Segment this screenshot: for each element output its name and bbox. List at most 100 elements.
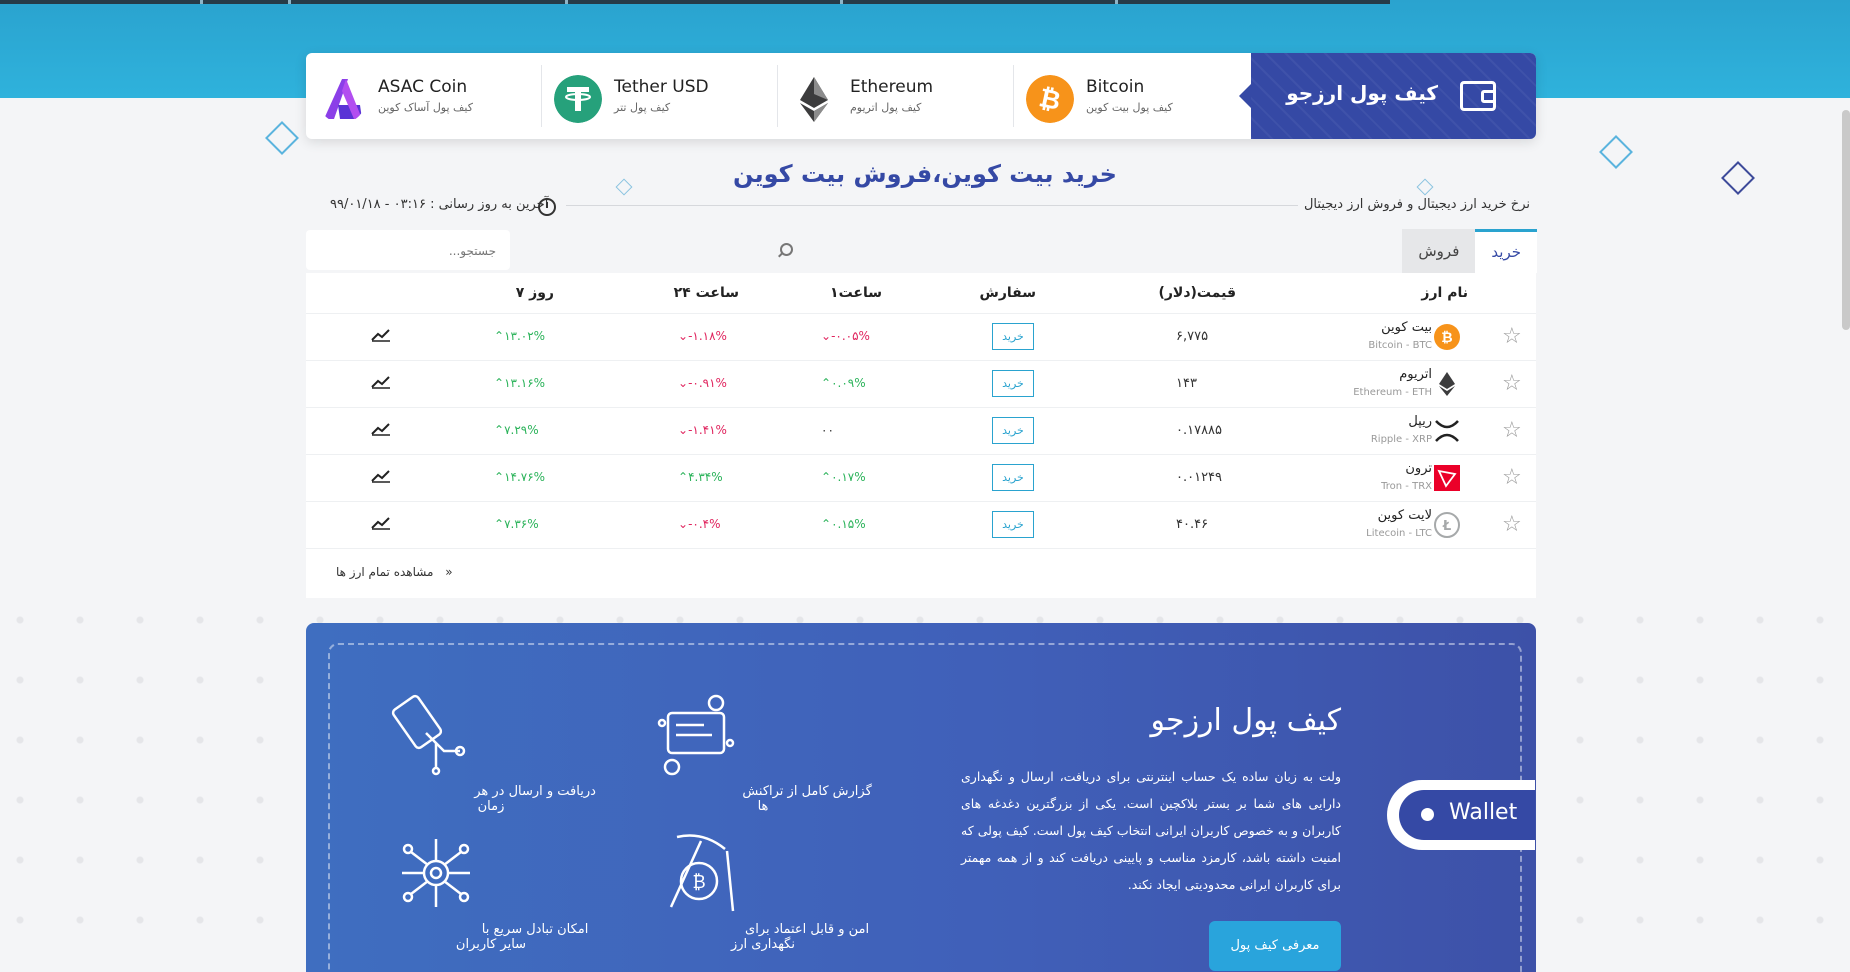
buy-button[interactable]: خرید xyxy=(992,370,1034,397)
trend-arrow-icon: ⌃ xyxy=(821,376,832,390)
chart-icon[interactable] xyxy=(371,328,391,342)
page-scrollbar[interactable] xyxy=(1842,110,1850,330)
litecoin-icon: Ł xyxy=(1434,512,1460,538)
change-7d: ⌃۱۴.۷۶% xyxy=(494,470,545,484)
favorite-star-icon[interactable]: ☆ xyxy=(1502,418,1522,443)
chart-icon[interactable] xyxy=(371,469,391,483)
decor-diamond xyxy=(265,121,299,155)
trend-arrow-icon: ⌃ xyxy=(494,470,505,484)
wallet-promo-section: کیف پول ارزجو ولت به زبان ساده یک حساب ا… xyxy=(306,623,1536,972)
trend-arrow-icon: ⌃ xyxy=(494,376,505,390)
table-row: ☆ ریپل Ripple - XRP ۰.۱۷۸۸۵ خرید ۰۰ ⌄-۱.… xyxy=(306,407,1536,455)
change-value: ۱۳.۰۲% xyxy=(504,329,546,343)
change-7d: ⌃۱۳.۱۶% xyxy=(494,376,545,390)
search-box xyxy=(306,230,793,270)
coin-subtitle: کیف پول بیت کوین xyxy=(1086,101,1173,114)
buy-button[interactable]: خرید xyxy=(992,417,1034,444)
trend-arrow-icon: ⌃ xyxy=(494,329,505,343)
svg-text:Ł: Ł xyxy=(1442,519,1451,534)
coin-subtitle: کیف پول اتریوم xyxy=(850,101,922,114)
change-24h: ⌄-۰.۴% xyxy=(678,517,721,531)
currency-name: اتریوم xyxy=(1399,367,1432,382)
coin-card-asac[interactable]: ASAC Coin کیف پول آساک کوین xyxy=(306,53,542,139)
change-1h: ⌃۰.۱۵% xyxy=(821,517,866,531)
chart-icon[interactable] xyxy=(371,422,391,436)
coin-name: Bitcoin xyxy=(1086,77,1145,97)
change-7d: ⌃۱۳.۰۲% xyxy=(494,329,545,343)
currency-symbol: Litecoin - LTC xyxy=(1366,528,1432,539)
buy-button[interactable]: خرید xyxy=(992,511,1034,538)
feature-label: گزارش کامل از تراکنش ها xyxy=(742,784,872,814)
change-value: ۱۴.۷۶% xyxy=(504,470,546,484)
change-value: ۰۰ xyxy=(821,423,834,437)
chart-icon[interactable] xyxy=(371,516,391,530)
col-header-1h: ۱ساعت xyxy=(830,285,882,301)
col-header-7d: ۷ روز xyxy=(515,285,554,301)
trend-arrow-icon: ⌄ xyxy=(678,517,689,531)
change-value: ۷.۳۶% xyxy=(504,517,539,531)
currency-name: ترون xyxy=(1405,461,1432,476)
bitcoin-icon: ₿ xyxy=(1026,75,1074,123)
currency-price: ۱۴۳ xyxy=(1176,376,1197,391)
change-value: -۰.۹۱% xyxy=(688,376,727,390)
change-24h: ⌄-۱.۴۱% xyxy=(678,423,727,437)
rate-label: نرخ خرید ارز دیجیتال و فروش ارز دیجیتال xyxy=(1303,197,1530,212)
currency-price: ۴۰.۴۶ xyxy=(1176,517,1209,532)
change-1h: ⌃۰.۱۷% xyxy=(821,470,866,484)
trend-arrow-icon: ⌄ xyxy=(678,329,689,343)
double-chevron-icon: » xyxy=(445,565,453,579)
buy-button[interactable]: خرید xyxy=(992,323,1034,350)
currency-name: بیت کوین xyxy=(1381,320,1432,335)
feature-label: امن و قابل اعتماد برای نگهداری ارز xyxy=(731,922,870,952)
tron-icon xyxy=(1434,465,1460,491)
wallet-intro-button[interactable]: معرفی کیف پول xyxy=(1209,921,1341,971)
feature-label: امکان تبادل سریع با سایر کاربران xyxy=(455,922,589,952)
svg-text:₿: ₿ xyxy=(1441,330,1452,346)
feature-transactions-report: گزارش کامل از تراکنش ها xyxy=(653,693,873,814)
wallet-bar-title: کیف پول ارزجو xyxy=(1286,81,1438,105)
tab-sell[interactable]: فروش xyxy=(1402,229,1476,273)
transactions-report-icon xyxy=(657,694,735,776)
coin-name: ASAC Coin xyxy=(378,77,468,97)
tab-buy[interactable]: خرید xyxy=(1475,229,1537,273)
col-header-24h: ۲۴ ساعت xyxy=(673,285,739,301)
chart-icon[interactable] xyxy=(371,375,391,389)
search-input[interactable] xyxy=(346,238,498,264)
tether-icon xyxy=(554,75,602,123)
dot-icon xyxy=(1421,808,1434,821)
favorite-star-icon[interactable]: ☆ xyxy=(1502,324,1522,349)
change-value: -۱.۴۱% xyxy=(688,423,727,437)
favorite-star-icon[interactable]: ☆ xyxy=(1502,512,1522,537)
change-value: ۰.۱۵% xyxy=(831,517,866,531)
table-row: ☆ Ł لایت کوین Litecoin - LTC ۴۰.۴۶ خرید … xyxy=(306,501,1536,549)
favorite-star-icon[interactable]: ☆ xyxy=(1502,371,1522,396)
table-row: ☆ ₿ بیت کوین Bitcoin - BTC ۶,۷۷۵ خرید ⌄-… xyxy=(306,313,1536,361)
coin-card-ethereum[interactable]: Ethereum کیف پول اتریوم xyxy=(778,53,1014,139)
buy-button[interactable]: خرید xyxy=(992,464,1034,491)
currency-name: ریپل xyxy=(1408,414,1432,429)
divider xyxy=(306,548,1536,549)
trend-arrow-icon: ⌄ xyxy=(678,376,689,390)
coin-card-tether[interactable]: Tether USD کیف پول تتر xyxy=(542,53,778,139)
view-all-currencies-link[interactable]: مشاهده تمام ارز ها » xyxy=(336,565,453,579)
search-icon[interactable] xyxy=(780,243,793,256)
trend-arrow-icon: ⌃ xyxy=(821,517,832,531)
col-header-name: نام ارز xyxy=(1421,285,1468,301)
change-24h: ⌄-۱.۱۸% xyxy=(678,329,727,343)
buy-sell-tabs: خرید فروش xyxy=(1402,229,1537,273)
favorite-star-icon[interactable]: ☆ xyxy=(1502,465,1522,490)
change-value: -۰.۰۵% xyxy=(831,329,870,343)
clock-icon xyxy=(538,198,556,216)
change-7d: ⌃۷.۳۶% xyxy=(494,517,539,531)
table-row: ☆ اتریوم Ethereum - ETH ۱۴۳ خرید ⌃۰.۰۹% … xyxy=(306,360,1536,408)
change-24h: ⌃۴.۳۴% xyxy=(678,470,723,484)
currency-price: ۶,۷۷۵ xyxy=(1176,329,1209,344)
coin-card-bitcoin[interactable]: ₿ Bitcoin کیف پول بیت کوین xyxy=(1014,53,1250,139)
feature-send-receive: دریافت و ارسال در هر زمان xyxy=(381,693,601,814)
currency-symbol: Ethereum - ETH xyxy=(1353,387,1432,398)
change-1h: ⌃۰.۰۹% xyxy=(821,376,866,390)
change-24h: ⌄-۰.۹۱% xyxy=(678,376,727,390)
col-header-price: قیمت(دلار) xyxy=(1158,285,1236,301)
wallet-bar-title-panel[interactable]: کیف پول ارزجو xyxy=(1239,53,1536,139)
secure-mining-icon: ₿ xyxy=(669,834,735,912)
